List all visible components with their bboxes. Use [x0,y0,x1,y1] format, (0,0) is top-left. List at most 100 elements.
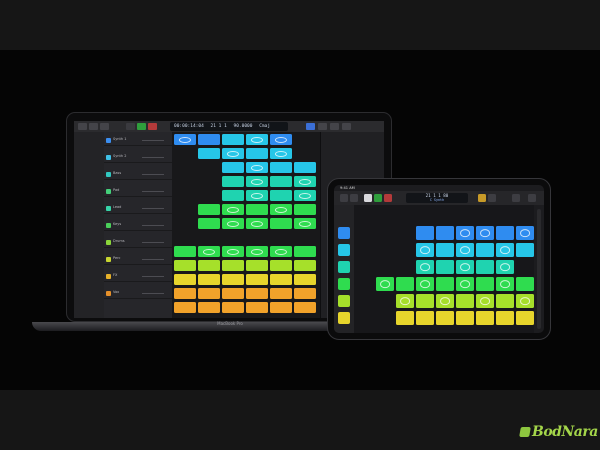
track-header[interactable]: Synth 1 [104,136,172,146]
ipad-track-icon[interactable] [338,227,350,239]
ipad-track-icon[interactable] [338,244,350,256]
loop-cell[interactable] [476,311,494,325]
loop-cell[interactable] [270,190,292,201]
toolbar-button[interactable] [100,123,109,130]
track-header[interactable]: Synth 2 [104,153,172,163]
record-button[interactable] [148,123,157,130]
loop-cell[interactable] [294,176,316,187]
loop-cell[interactable] [294,288,316,299]
loop-cell[interactable] [198,302,220,313]
track-header[interactable]: Keys [104,221,172,231]
loop-cell[interactable] [174,302,196,313]
volume-fader[interactable] [142,140,164,141]
loop-cell[interactable] [476,260,494,274]
loop-cell[interactable] [246,134,268,145]
loop-cell[interactable] [496,311,514,325]
loop-cell[interactable] [222,218,244,229]
loop-cell[interactable] [294,302,316,313]
loop-cell[interactable] [174,246,196,257]
loop-cell[interactable] [496,260,514,274]
loop-cell[interactable] [496,243,514,257]
loop-cell[interactable] [416,277,434,291]
play-button[interactable] [137,123,146,130]
loop-cell[interactable] [516,226,534,240]
loop-cell[interactable] [294,162,316,173]
loop-cell[interactable] [496,294,514,308]
track-header[interactable]: Bass [104,170,172,180]
loop-cell[interactable] [246,302,268,313]
loop-cell[interactable] [222,204,244,215]
track-header[interactable]: Perc [104,255,172,265]
loop-cell[interactable] [270,288,292,299]
loop-cell[interactable] [222,134,244,145]
loop-cell[interactable] [516,277,534,291]
loop-cell[interactable] [246,246,268,257]
loop-cell[interactable] [396,311,414,325]
volume-fader[interactable] [142,293,164,294]
live-loops-button[interactable] [306,123,315,130]
loop-cell[interactable] [270,134,292,145]
loop-cell[interactable] [222,148,244,159]
loop-cell[interactable] [174,288,196,299]
loop-cell[interactable] [476,226,494,240]
loop-cell[interactable] [436,277,454,291]
volume-fader[interactable] [142,259,164,260]
loop-cell[interactable] [416,226,434,240]
live-loops-view-button[interactable] [478,194,486,202]
loop-cell[interactable] [396,294,414,308]
loop-cell[interactable] [436,243,454,257]
loop-cell[interactable] [270,204,292,215]
loop-browser-button[interactable] [512,194,520,202]
list-editors-button[interactable] [318,123,327,130]
tracks-view-button[interactable] [488,194,496,202]
ipad-track-icon[interactable] [338,295,350,307]
loop-cell[interactable] [416,294,434,308]
loop-cell[interactable] [174,260,196,271]
loop-cell[interactable] [198,246,220,257]
loop-cell[interactable] [476,277,494,291]
track-header[interactable]: Drums [104,238,172,248]
volume-fader[interactable] [142,225,164,226]
inspector-button[interactable] [350,194,358,202]
loop-cell[interactable] [416,260,434,274]
loop-cell[interactable] [246,288,268,299]
loop-cell[interactable] [516,311,534,325]
loop-cell[interactable] [246,260,268,271]
inspector-button[interactable] [89,123,98,130]
loop-cell[interactable] [416,243,434,257]
loop-cell[interactable] [222,246,244,257]
loop-cell[interactable] [198,260,220,271]
volume-fader[interactable] [142,174,164,175]
track-header[interactable]: FX [104,272,172,282]
loop-cell[interactable] [496,226,514,240]
track-header[interactable]: Pad [104,187,172,197]
volume-fader[interactable] [142,208,164,209]
volume-fader[interactable] [142,242,164,243]
loop-cell[interactable] [396,277,414,291]
loop-cell[interactable] [198,218,220,229]
loop-cell[interactable] [270,302,292,313]
volume-fader[interactable] [142,191,164,192]
loop-cell[interactable] [294,190,316,201]
loop-cell[interactable] [222,274,244,285]
loop-cell[interactable] [222,302,244,313]
loop-cell[interactable] [456,311,474,325]
stop-button[interactable] [364,194,372,202]
browser-button[interactable] [340,194,348,202]
loop-cell[interactable] [270,162,292,173]
loop-cell[interactable] [198,274,220,285]
loop-cell[interactable] [246,176,268,187]
loop-cell[interactable] [270,246,292,257]
settings-button[interactable] [528,194,536,202]
ipad-track-icon[interactable] [338,278,350,290]
loop-cell[interactable] [294,260,316,271]
loop-cell[interactable] [456,277,474,291]
loop-cell[interactable] [456,260,474,274]
loop-cell[interactable] [198,148,220,159]
notes-button[interactable] [330,123,339,130]
loop-cell[interactable] [436,311,454,325]
ipad-track-icon[interactable] [338,261,350,273]
loop-cell[interactable] [198,288,220,299]
loop-cell[interactable] [456,243,474,257]
loop-cell[interactable] [456,226,474,240]
